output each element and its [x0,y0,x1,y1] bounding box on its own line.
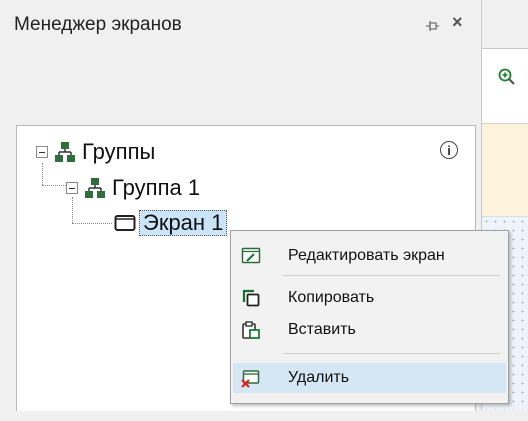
delete-icon [241,370,260,388]
tree-connector [42,163,43,185]
context-menu: Редактировать экран Копировать Вставить … [230,230,509,404]
edit-screen-icon [241,247,261,264]
menu-item-edit-screen[interactable]: Редактировать экран [233,241,506,271]
zoom-in-icon[interactable] [498,68,516,91]
pin-icon[interactable] [424,18,440,34]
tree-node-label: Группы [82,139,156,164]
menu-item-delete[interactable]: Удалить [233,363,506,393]
copy-icon [242,289,260,307]
collapse-toggle[interactable] [36,146,48,158]
properties-area [482,124,528,217]
tree-node-label: Экран 1 [139,210,228,236]
right-header [482,0,528,49]
tree-node-label: Группа 1 [112,175,201,200]
menu-item-paste[interactable]: Вставить [233,315,506,345]
group-icon [85,178,105,198]
tree-node-groups[interactable]: Группы [36,139,155,165]
group-icon [55,142,75,162]
panel-title: Менеджер экранов [14,14,182,35]
screen-icon [114,215,136,231]
close-icon[interactable]: × [452,12,463,33]
tree-node-group-1[interactable]: Группа 1 [66,175,200,201]
tree-connector [72,223,112,224]
collapse-toggle[interactable] [66,182,78,194]
tree-node-screen-1[interactable]: Экран 1 [114,210,228,236]
menu-item-label: Вставить [288,321,356,338]
menu-item-copy[interactable]: Копировать [233,283,506,313]
info-icon[interactable]: i [440,141,458,159]
menu-item-label: Редактировать экран [288,247,445,264]
menu-item-label: Копировать [288,289,375,306]
tree-connector [42,185,66,186]
menu-separator [283,275,500,276]
paste-icon [242,321,260,339]
menu-item-label: Удалить [288,369,350,386]
menu-separator [283,353,500,354]
